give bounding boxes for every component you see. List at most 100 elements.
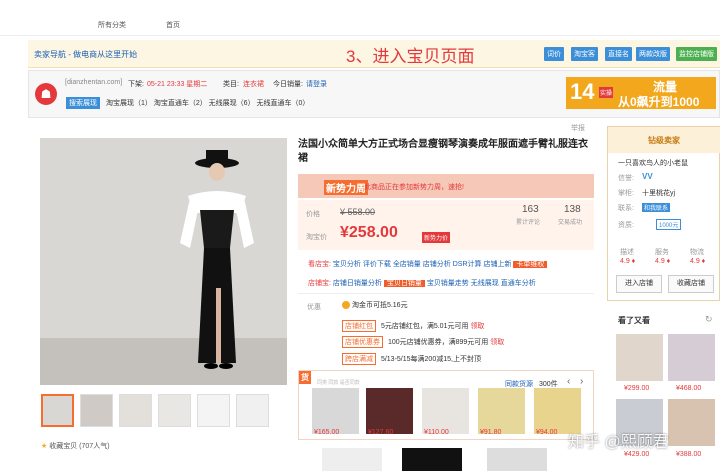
shop-level: 钻级卖家 [648, 136, 680, 145]
watermark: 知乎 @熙顾君 [568, 434, 669, 451]
thumbnail-4[interactable] [158, 394, 191, 427]
taobao-price: ¥258.00 [340, 224, 398, 241]
analysis-dsr[interactable]: DSR计算 [453, 261, 482, 268]
more-item-2[interactable] [402, 448, 462, 471]
analysis-review-download[interactable]: 评价下载 [363, 261, 391, 268]
similar-price-5: ¥94.00 [536, 429, 558, 436]
original-price: ¥ 558.00 [340, 207, 376, 217]
login-link[interactable]: 请登录 [306, 79, 327, 89]
analysis-row-1: 看店宝: 宝贝分析 评价下载 全店销量 店铺分析 DSR计算 店铺上新 卡单维权 [308, 259, 548, 269]
seller-nav-title[interactable]: 卖家导航 - 做电商从这里开始 [34, 49, 137, 60]
coupon-3: 跨店满减 5/13-5/15每满200减15,上不封顶 [342, 353, 481, 365]
analysis-shop-analysis[interactable]: 店铺分析 [423, 261, 451, 268]
similar-prev-button[interactable]: ‹ [567, 376, 570, 387]
analysis-wireless[interactable]: 无线展现 [471, 280, 499, 287]
banner-text2: 从0飙升到1000 [618, 95, 700, 109]
promo-text: 此商品正在参加新势力周，速抢! [364, 184, 464, 191]
coin-text: 淘金币可抵5.16元 [351, 302, 408, 309]
seen-item-1[interactable] [616, 334, 663, 381]
similar-price-3: ¥110.00 [424, 429, 449, 436]
review-count: 163 [522, 204, 539, 215]
thumbnail-3[interactable] [119, 394, 152, 427]
coupon-tag-2: 店铺优惠券 [342, 336, 383, 348]
qual-value: 1000元 [656, 219, 682, 230]
similar-item-3[interactable] [422, 388, 469, 434]
coupon-text-3: 5/13-5/15每满200减15,上不封顶 [380, 356, 481, 363]
analysis-item-daily[interactable]: 宝贝日销量 [383, 280, 425, 287]
more-item-1[interactable] [322, 448, 382, 471]
score-label-service: 服务 [655, 249, 669, 256]
refresh-icon[interactable]: ↻ [705, 314, 713, 325]
favorite-item[interactable]: ★ 收藏宝贝 (707人气) [41, 441, 110, 451]
toolbar-button-5[interactable]: 监控店铺版 [676, 47, 717, 61]
seller-nav-bar: 卖家导航 - 做电商从这里开始 3、进入宝贝页面 词价 淘宝客 直接名 两款改版… [28, 40, 720, 68]
shop-sidebar: 钻级卖家 一只喜欢鸟人的小老鼠 信誉: VV 掌柜: 十里桃花yj 联系: 和我… [607, 126, 720, 301]
search-display-tag[interactable]: 搜索展现 [66, 97, 100, 109]
report-link[interactable]: 举报 [571, 123, 585, 133]
analysis-shop-sales[interactable]: 全店销量 [393, 261, 421, 268]
score-value-desc: 4.9 ♦ [620, 258, 636, 265]
review-label: 累计评论 [516, 220, 541, 226]
analysis-shop-label: 看店宝: [308, 261, 331, 268]
score-label-logistics: 物流 [690, 249, 704, 256]
coupon-claim-1[interactable]: 领取 [470, 323, 484, 330]
coin-icon [342, 301, 350, 310]
similar-item-2[interactable] [366, 388, 413, 434]
toolbar-button-1[interactable]: 词价 [544, 47, 564, 61]
promo-strip[interactable]: 新势力周 此商品正在参加新势力周，速抢! [298, 174, 594, 198]
product-main-image[interactable] [40, 138, 287, 385]
seen-item-4[interactable] [668, 399, 715, 446]
coupon-2: 店铺优惠券 100元店铺优惠券，满899元可用 领取 [342, 336, 504, 348]
logo-icon: ☗ [35, 83, 57, 105]
thumbnail-1[interactable] [41, 394, 74, 427]
nav-all-categories[interactable]: 所有分类 [98, 20, 126, 30]
coupon-claim-2[interactable]: 领取 [490, 339, 504, 346]
score-value-logistics: 4.9 ♦ [690, 258, 706, 265]
seen-title: 看了又看 [618, 316, 650, 325]
similar-price-2: ¥127.60 [368, 429, 394, 436]
similar-title: 同类 同款 是否同款 [317, 380, 360, 386]
nav-home[interactable]: 首页 [166, 20, 180, 30]
toolbar-button-2[interactable]: 淘宝客 [571, 47, 598, 61]
contact-value[interactable]: 和我联系 [642, 203, 671, 212]
seen-price-4: ¥388.00 [676, 451, 702, 458]
similar-tag: 货 [299, 371, 311, 384]
price-box: 价格 ¥ 558.00 淘宝价 ¥258.00 新势力价 163 累计评论 13… [298, 200, 594, 250]
step-title: 3、进入宝贝页面 [346, 47, 475, 66]
banner-sub: 实操 [599, 87, 614, 98]
category-value[interactable]: 连衣裙 [243, 79, 264, 89]
enter-shop-button[interactable]: 进入店铺 [616, 275, 662, 293]
shop-name[interactable]: 一只喜欢鸟人的小老鼠 [618, 158, 688, 168]
seen-item-2[interactable] [668, 334, 715, 381]
promo-banner[interactable]: 14 实操 流量 从0飙升到1000 [566, 77, 716, 109]
similar-item-4[interactable] [478, 388, 525, 434]
analysis-daily-sales[interactable]: 店铺日销量分析 [333, 280, 382, 287]
thumbnail-6[interactable] [236, 394, 269, 427]
analysis-sales-trend[interactable]: 宝贝销量走势 [427, 280, 469, 287]
thumbnail-5[interactable] [197, 394, 230, 427]
update-value: 05-21 23:33 星期二 [147, 81, 208, 88]
toolbar-button-3[interactable]: 直接名 [605, 47, 632, 61]
coupon-text-1: 5元店铺红包，满5.01元可用 [380, 323, 469, 330]
shop-level-header: 钻级卖家 [608, 127, 720, 153]
thumbnail-2[interactable] [80, 394, 113, 427]
more-item-3[interactable] [487, 448, 547, 471]
keeper-value[interactable]: 十里桃花yj [642, 188, 675, 198]
product-title: 法国小众简单大方正式场合显瘦钢琴演奏成年服面遮手臂礼服连衣裙 [298, 139, 588, 164]
analysis-row-2: 店铺宝: 店铺日销量分析 宝贝日销量 宝贝销量走势 无线展现 直通车分析 [308, 278, 536, 288]
trade-count: 138 [564, 204, 581, 215]
analysis-store-label: 店铺宝: [308, 280, 331, 287]
analysis-order-rights[interactable]: 卡单维权 [513, 261, 548, 268]
price-label: 价格 [306, 211, 320, 218]
analysis-item-analysis[interactable]: 宝贝分析 [333, 261, 361, 268]
toolbar-button-4[interactable]: 两款改版 [636, 47, 670, 61]
promo-label: 优惠 [307, 304, 321, 311]
similar-next-button[interactable]: › [580, 376, 583, 387]
similar-item-1[interactable] [312, 388, 359, 434]
analysis-new-items[interactable]: 店铺上新 [483, 261, 511, 268]
category-label: 类目: [223, 81, 239, 88]
coupon-text-2: 100元店铺优惠券，满899元可用 [387, 339, 489, 346]
analysis-ztc[interactable]: 直通车分析 [501, 280, 536, 287]
favorite-shop-button[interactable]: 收藏店铺 [668, 275, 714, 293]
site-name: [dianzhentan.com] [65, 79, 123, 86]
